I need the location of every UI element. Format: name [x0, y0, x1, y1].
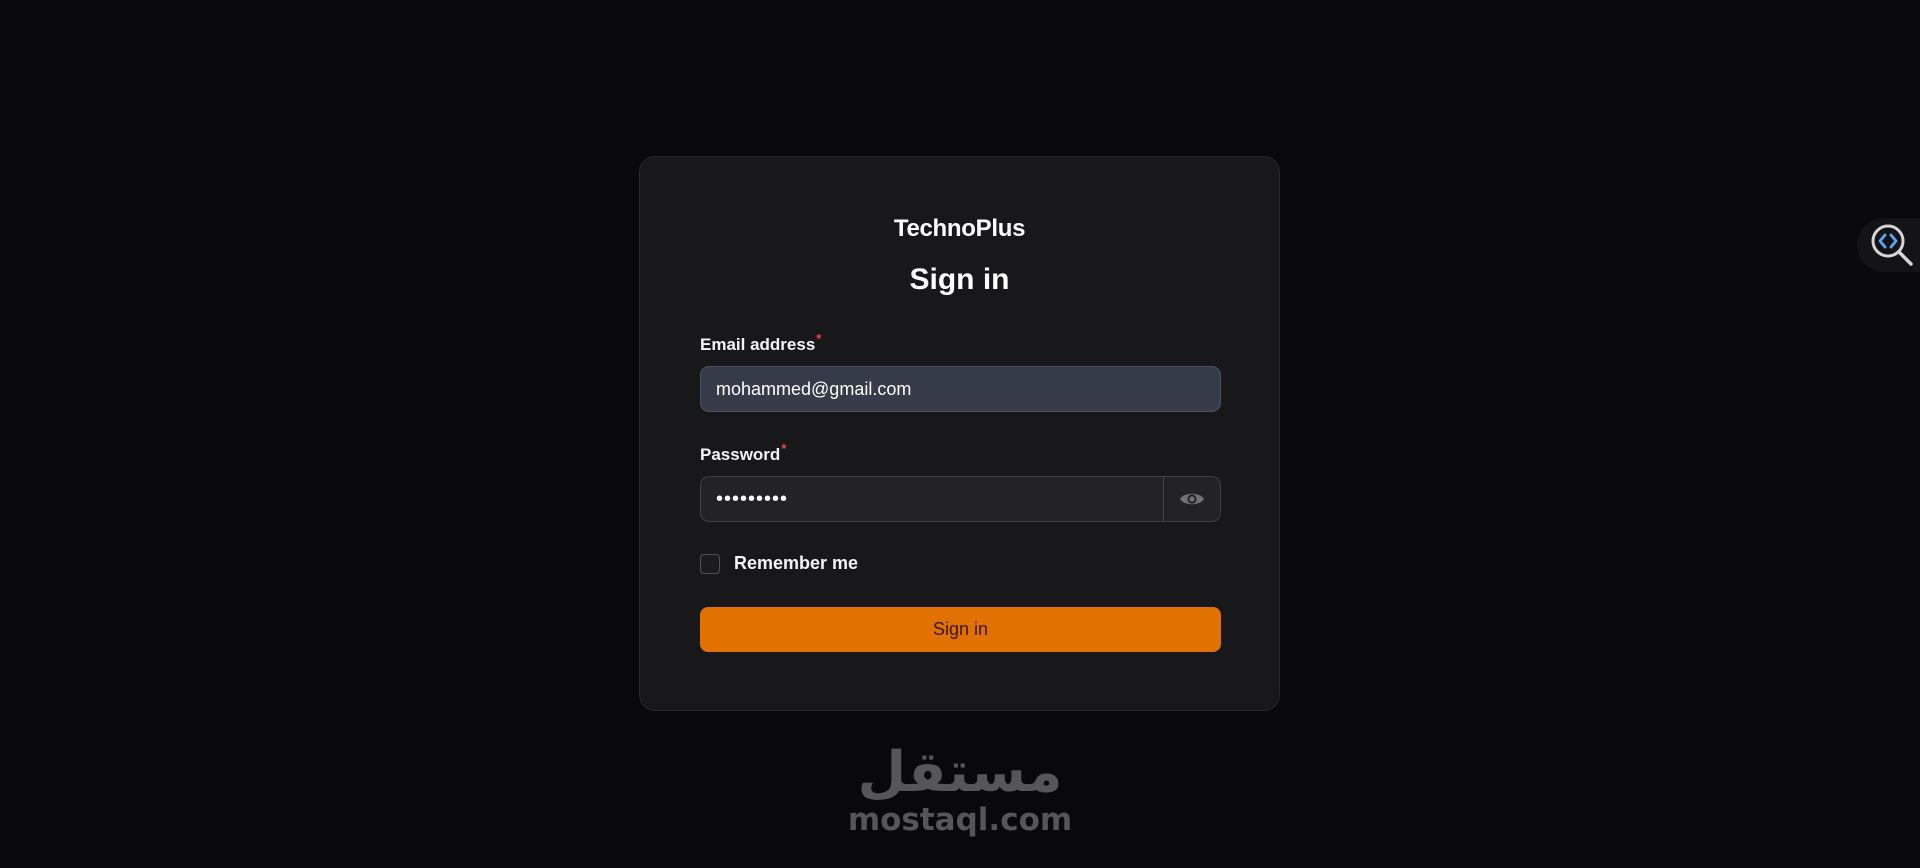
code-search-icon	[1871, 224, 1913, 266]
required-mark: *	[816, 331, 822, 346]
email-field-wrapper	[700, 366, 1221, 412]
required-mark: *	[781, 441, 787, 456]
password-field[interactable]	[701, 477, 1163, 521]
remember-me-row: Remember me	[700, 553, 858, 574]
email-label: Email address*	[700, 331, 821, 355]
password-field-wrapper	[700, 476, 1221, 522]
remember-me-label[interactable]: Remember me	[734, 553, 858, 574]
watermark-latin-text: mostaql.com	[847, 802, 1073, 838]
sign-in-button[interactable]: Sign in	[700, 607, 1221, 652]
sign-in-card: TechnoPlus Sign in Email address* Passwo…	[639, 156, 1280, 711]
watermark-logo: مستقل mostaql.com	[845, 740, 1075, 839]
remember-me-checkbox[interactable]	[700, 553, 720, 574]
watermark-arabic-text: مستقل	[857, 740, 1063, 805]
toggle-password-visibility-button[interactable]	[1163, 477, 1220, 521]
password-label: Password*	[700, 441, 786, 465]
page-title: Sign in	[909, 263, 1010, 296]
dev-tool-button[interactable]	[1857, 218, 1920, 272]
email-field[interactable]	[701, 367, 1220, 411]
eye-icon	[1180, 493, 1204, 505]
email-label-text: Email address	[700, 335, 816, 354]
brand-name: TechnoPlus	[893, 215, 1026, 242]
password-label-text: Password	[700, 445, 781, 464]
